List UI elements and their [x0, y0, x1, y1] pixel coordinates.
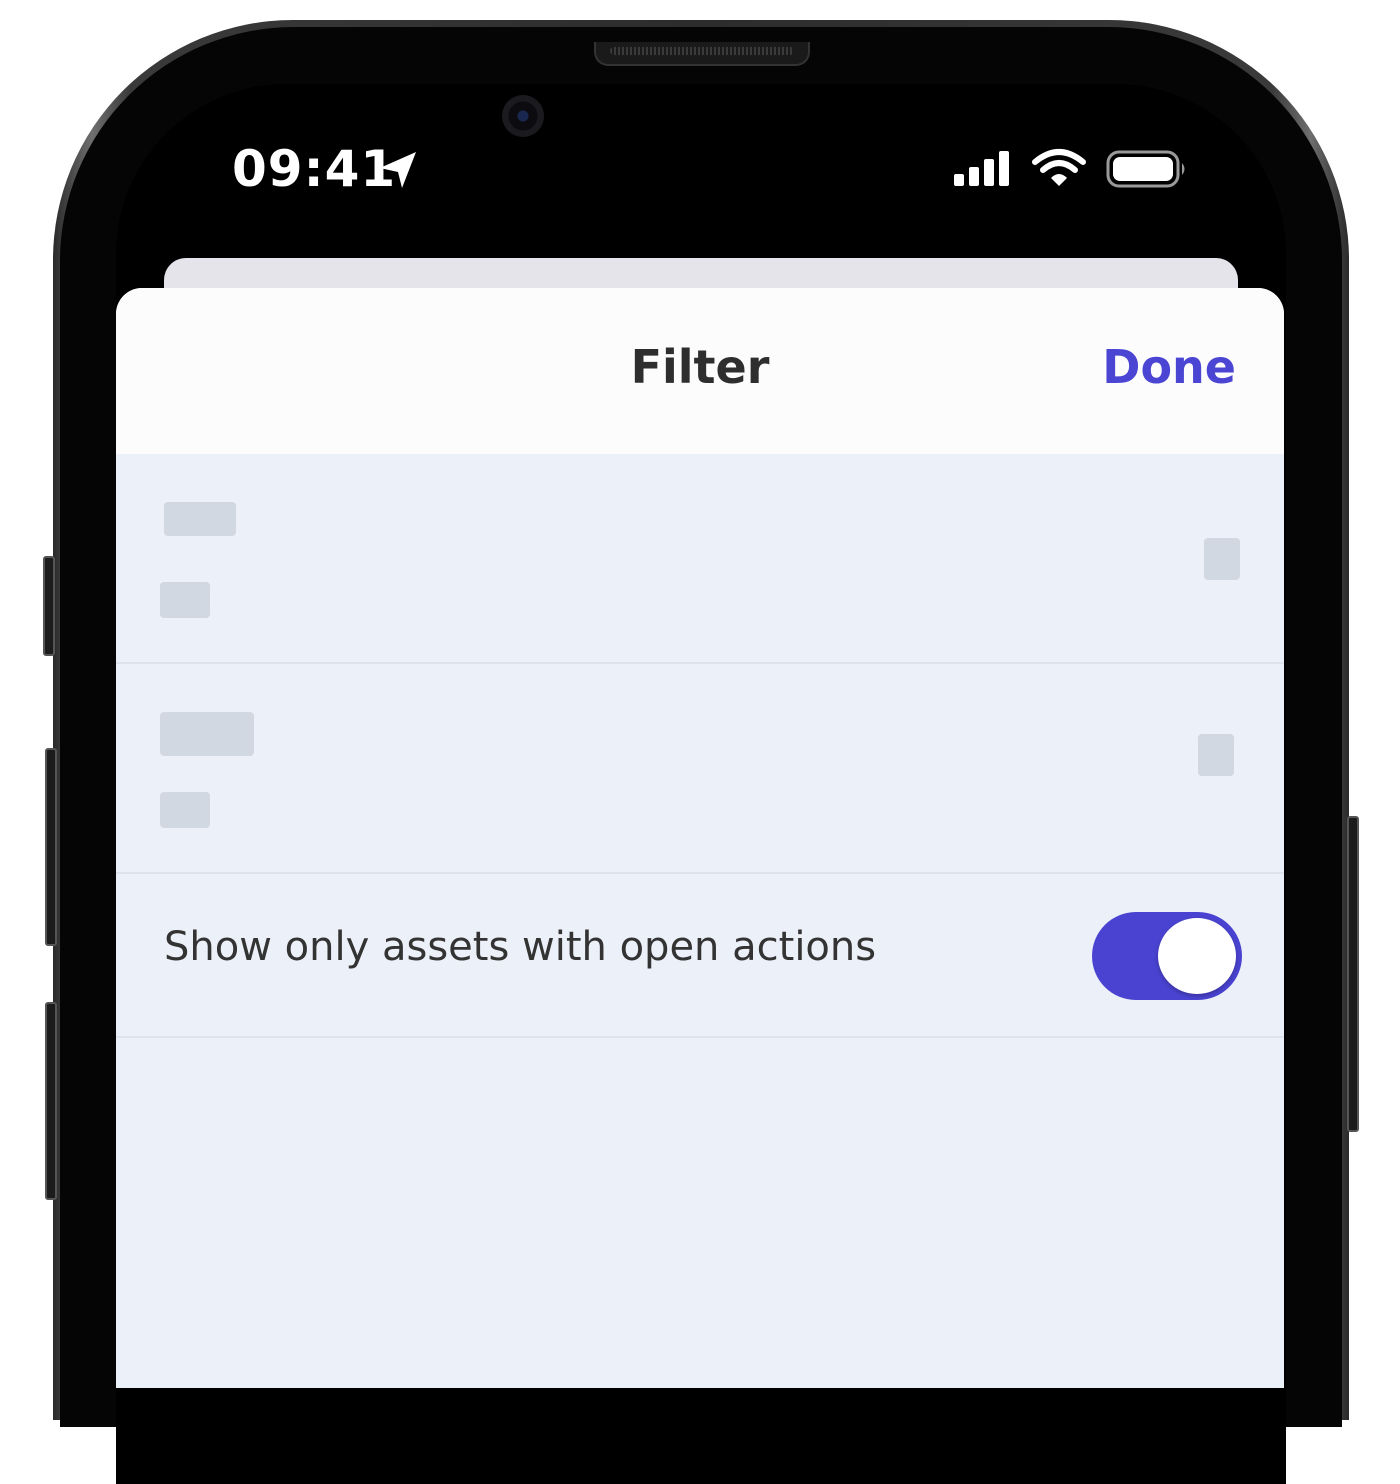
status-time: 09:41: [232, 140, 397, 198]
open-actions-toggle[interactable]: [1092, 912, 1242, 1000]
toggle-label: Show only assets with open actions: [164, 924, 877, 970]
placeholder-title: [160, 712, 254, 756]
cellular-signal-icon: [954, 151, 1009, 186]
power-button: [1347, 816, 1359, 1132]
silent-switch: [43, 556, 55, 656]
filter-sheet: Filter Done Show only assets with open a…: [116, 288, 1284, 1388]
toggle-knob: [1158, 918, 1236, 994]
done-button[interactable]: Done: [1102, 340, 1236, 394]
location-arrow-icon: [380, 152, 416, 188]
placeholder-chevron: [1204, 538, 1240, 580]
earpiece-speaker: [594, 42, 810, 66]
placeholder-value: [160, 792, 210, 828]
placeholder-value: [160, 582, 210, 618]
filter-row-placeholder-2[interactable]: [116, 664, 1284, 874]
battery-icon: [1106, 150, 1185, 188]
sheet-header: Filter Done: [116, 288, 1284, 454]
front-camera: [502, 95, 544, 137]
placeholder-title: [164, 502, 236, 536]
placeholder-chevron: [1198, 734, 1234, 776]
filter-row-placeholder-1[interactable]: [116, 454, 1284, 664]
wifi-icon: [1032, 149, 1086, 186]
volume-down-button: [45, 1002, 57, 1200]
open-actions-toggle-row: Show only assets with open actions: [116, 874, 1284, 1038]
volume-up-button: [45, 748, 57, 946]
